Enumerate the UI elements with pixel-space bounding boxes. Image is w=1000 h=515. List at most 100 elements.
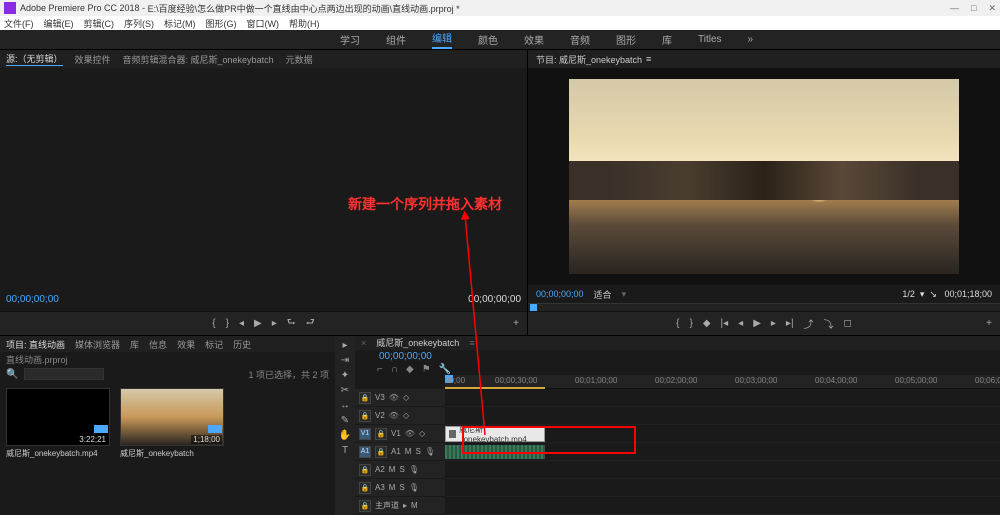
tab-libraries[interactable]: 库 xyxy=(130,338,139,351)
sequence-name[interactable]: 威尼斯_onekeybatch xyxy=(376,336,459,349)
track-lane-a1[interactable] xyxy=(445,443,1000,461)
menu-sequence[interactable]: 序列(S) xyxy=(124,17,154,30)
wrench-icon[interactable]: 🔧 xyxy=(439,364,451,375)
mark-out-icon[interactable]: } xyxy=(226,318,229,329)
program-fit[interactable]: 适合 xyxy=(594,288,612,301)
project-bins[interactable]: 3:22;21 威尼斯_onekeybatch.mp4 1;18;00 威尼斯_… xyxy=(0,382,335,515)
track-lane-a3[interactable] xyxy=(445,479,1000,497)
mark-out-icon[interactable]: } xyxy=(689,318,692,329)
extract-icon[interactable]: ⤵ xyxy=(824,316,834,331)
menu-window[interactable]: 窗口(W) xyxy=(247,17,280,30)
workspace-editing[interactable]: 编辑 xyxy=(432,30,452,49)
bin-item[interactable]: 1;18;00 威尼斯_onekeybatch xyxy=(120,388,224,509)
insert-icon[interactable]: ⮑ xyxy=(287,315,296,332)
tab-source[interactable]: 源:（无剪辑） xyxy=(6,52,63,66)
bin-item[interactable]: 3:22;21 威尼斯_onekeybatch.mp4 xyxy=(6,388,110,509)
workspace-effects[interactable]: 效果 xyxy=(524,32,544,47)
timeline-tc[interactable]: 00;00;00;00 xyxy=(361,351,432,362)
selection-tool-icon[interactable]: ▸ xyxy=(342,340,347,351)
tab-audio-mixer[interactable]: 音频剪辑混合器: 威尼斯_onekeybatch xyxy=(123,53,274,66)
track-header-a2[interactable]: 🔒A2MS🎙 xyxy=(355,461,445,479)
tab-project[interactable]: 项目: 直线动画 xyxy=(6,338,65,351)
workspace-audio[interactable]: 音频 xyxy=(570,32,590,47)
timeline-ruler[interactable]: 00;00 00;00;30;00 00;01;00;00 00;02;00;0… xyxy=(445,375,1000,389)
tab-markers[interactable]: 标记 xyxy=(205,338,223,351)
menu-help[interactable]: 帮助(H) xyxy=(289,17,320,30)
tab-effect-controls[interactable]: 效果控件 xyxy=(75,53,111,66)
settings-icon[interactable]: ⚑ xyxy=(422,364,431,375)
project-crumb[interactable]: 直线动画.prproj xyxy=(6,353,68,366)
play-icon[interactable]: ▶ xyxy=(753,318,761,329)
minimize-icon[interactable]: — xyxy=(950,3,959,14)
marker-icon[interactable]: ◆ xyxy=(406,364,414,375)
audio-clip[interactable] xyxy=(445,445,545,459)
linked-sel-icon[interactable]: ∩ xyxy=(391,364,398,375)
track-header-v1[interactable]: V1🔒V1👁◇ xyxy=(355,425,445,443)
program-zoom[interactable]: 1/2 xyxy=(902,289,915,299)
go-in-icon[interactable]: |◂ xyxy=(721,318,729,329)
track-header-v2[interactable]: 🔒V2👁◇ xyxy=(355,407,445,425)
add-marker-icon[interactable]: ◆ xyxy=(703,318,711,329)
track-lane-v2[interactable] xyxy=(445,407,1000,425)
hand-tool-icon[interactable]: ✋ xyxy=(339,430,351,441)
program-playhead-icon[interactable] xyxy=(530,304,537,311)
play-icon[interactable]: ▶ xyxy=(254,318,262,329)
menu-edit[interactable]: 编辑(E) xyxy=(44,17,74,30)
overwrite-icon[interactable]: ⮐ xyxy=(306,315,315,332)
snap-icon[interactable]: ⌐ xyxy=(377,364,383,375)
program-ruler[interactable] xyxy=(528,303,1000,311)
program-tc[interactable]: 00;00;00;00 xyxy=(536,289,584,299)
tab-metadata[interactable]: 元数据 xyxy=(286,53,313,66)
step-fwd-icon[interactable]: ▸ xyxy=(272,318,277,329)
razor-tool-icon[interactable]: ✂ xyxy=(341,385,349,396)
pen-tool-icon[interactable]: ✎ xyxy=(341,415,349,426)
step-fwd-icon[interactable]: ▸ xyxy=(771,318,776,329)
search-input[interactable] xyxy=(24,368,104,380)
program-tab-menu-icon[interactable]: ≡ xyxy=(646,54,651,64)
track-select-tool-icon[interactable]: ⇥ xyxy=(341,355,349,366)
track-header-v3[interactable]: 🔒V3👁◇ xyxy=(355,389,445,407)
workspace-overflow-icon[interactable]: » xyxy=(748,34,754,45)
video-clip[interactable]: 威尼斯_onekeybatch.mp4 xyxy=(445,426,545,442)
mark-in-icon[interactable]: { xyxy=(212,318,215,329)
workspace-titles[interactable]: Titles xyxy=(698,34,722,45)
source-tc-out[interactable]: 00;00;00;00 xyxy=(468,294,521,305)
source-tc-in[interactable]: 00;00;00;00 xyxy=(6,294,59,305)
workspace-assembly[interactable]: 组件 xyxy=(386,32,406,47)
ripple-tool-icon[interactable]: ✦ xyxy=(341,370,349,381)
track-header-a3[interactable]: 🔒A3MS🎙 xyxy=(355,479,445,497)
track-header-a1[interactable]: A1🔒A1MS🎙 xyxy=(355,443,445,461)
track-lane-a2[interactable] xyxy=(445,461,1000,479)
menu-file[interactable]: 文件(F) xyxy=(4,17,34,30)
tab-history[interactable]: 历史 xyxy=(233,338,251,351)
track-header-master[interactable]: 🔒主声道▸M xyxy=(355,497,445,515)
workspace-color[interactable]: 颜色 xyxy=(478,32,498,47)
button-editor-icon[interactable]: + xyxy=(513,318,519,329)
maximize-icon[interactable]: □ xyxy=(971,3,976,14)
lift-icon[interactable]: ⤴ xyxy=(804,316,814,331)
menu-marker[interactable]: 标记(M) xyxy=(164,17,196,30)
source-monitor[interactable]: 00;00;00;00 00;00;00;00 xyxy=(0,68,527,311)
tab-effects[interactable]: 效果 xyxy=(177,338,195,351)
close-icon[interactable]: ✕ xyxy=(988,3,996,14)
slip-tool-icon[interactable]: ↔ xyxy=(340,400,350,411)
track-lane-master[interactable] xyxy=(445,497,1000,515)
step-back-icon[interactable]: ◂ xyxy=(738,318,743,329)
tab-media-browser[interactable]: 媒体浏览器 xyxy=(75,338,120,351)
workspace-libraries[interactable]: 库 xyxy=(662,32,672,47)
tab-info[interactable]: 信息 xyxy=(149,338,167,351)
step-back-icon[interactable]: ◂ xyxy=(239,318,244,329)
workspace-learn[interactable]: 学习 xyxy=(340,32,360,47)
menu-clip[interactable]: 剪辑(C) xyxy=(84,17,115,30)
track-content[interactable]: 威尼斯_onekeybatch.mp4 xyxy=(445,389,1000,515)
go-out-icon[interactable]: ▸| xyxy=(786,318,794,329)
track-lane-v3[interactable] xyxy=(445,389,1000,407)
export-frame-icon[interactable]: ◻ xyxy=(844,318,852,329)
button-editor-icon[interactable]: + xyxy=(986,318,992,329)
menu-graphics[interactable]: 图形(G) xyxy=(206,17,237,30)
program-monitor[interactable] xyxy=(528,68,1000,285)
type-tool-icon[interactable]: T xyxy=(342,445,348,456)
track-lane-v1[interactable]: 威尼斯_onekeybatch.mp4 xyxy=(445,425,1000,443)
workspace-graphics[interactable]: 图形 xyxy=(616,32,636,47)
mark-in-icon[interactable]: { xyxy=(676,318,679,329)
